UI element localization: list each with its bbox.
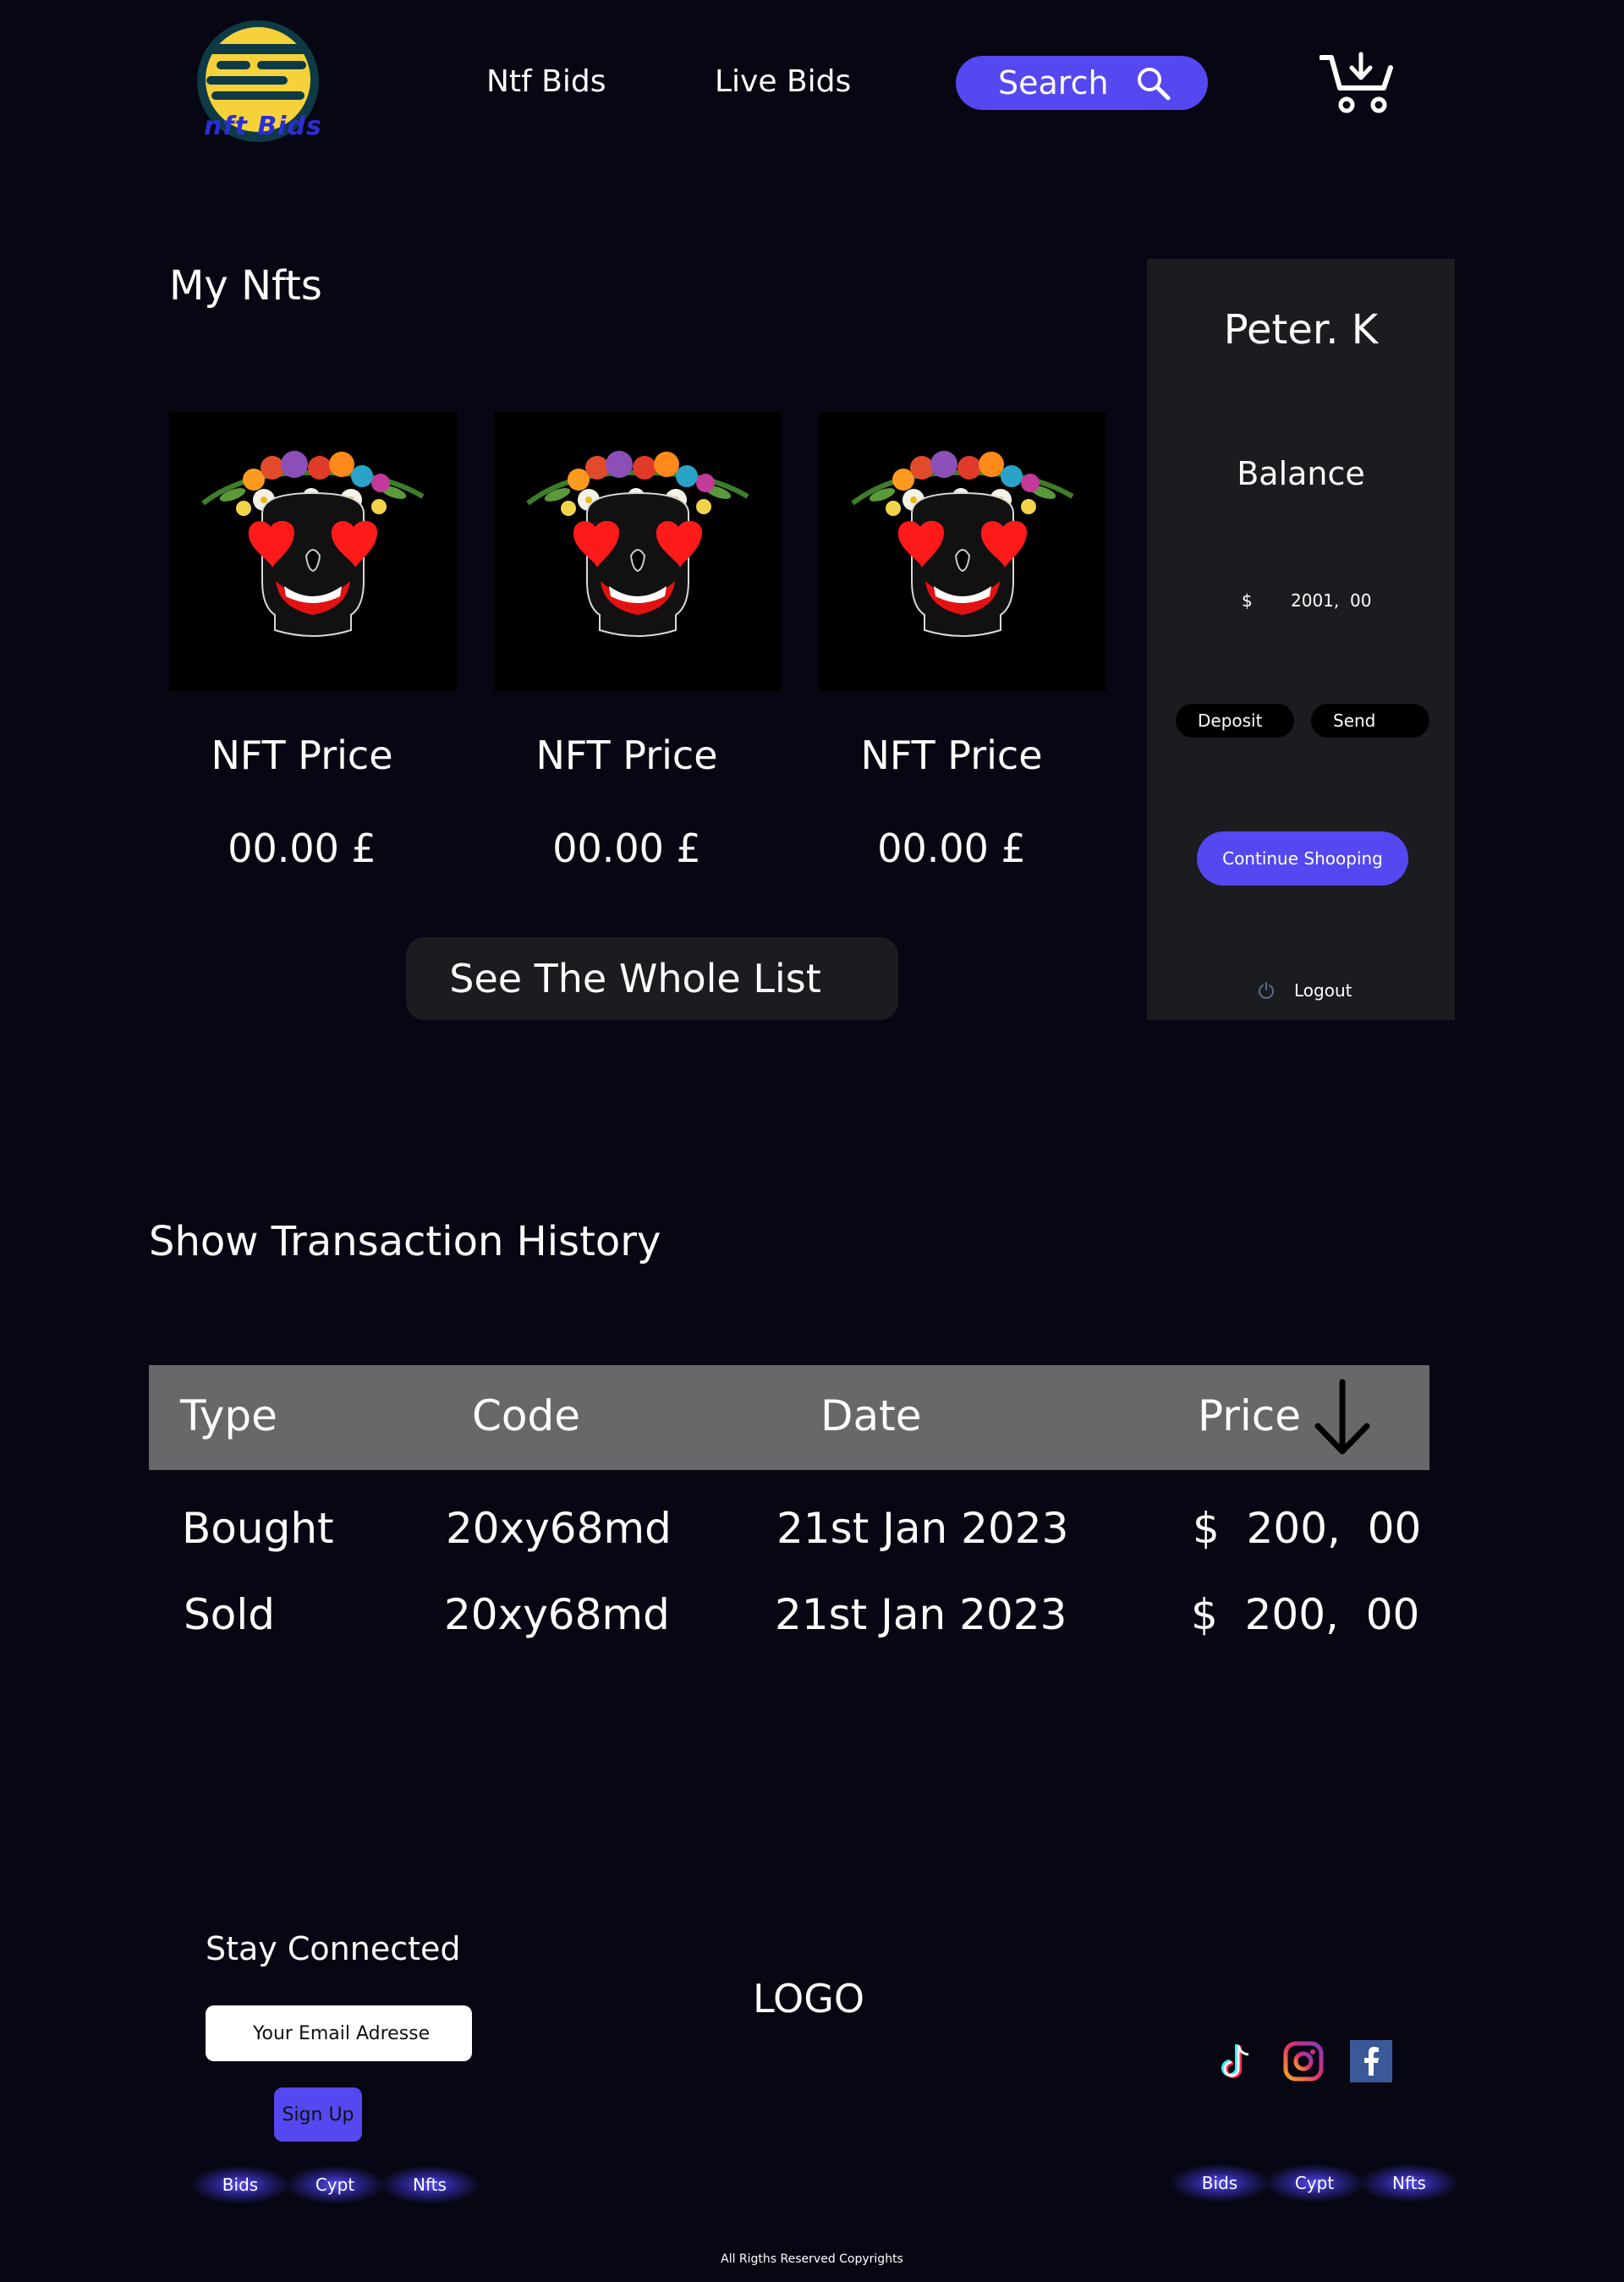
footer-link-bids[interactable]: Bids [1169, 2164, 1270, 2202]
sign-up-button[interactable]: Sign Up [274, 2087, 362, 2142]
nft-card-image[interactable] [819, 412, 1106, 691]
transaction-history-title[interactable]: Show Transaction History [149, 1218, 661, 1265]
row-type: Sold [184, 1590, 275, 1639]
email-input[interactable] [206, 2005, 472, 2061]
row-date: 21st Jan 2023 [775, 1590, 1067, 1639]
nav-ntf-bids[interactable]: Ntf Bids [486, 64, 606, 99]
row-date: 21st Jan 2023 [776, 1504, 1069, 1553]
footer-logo: LOGO [753, 1976, 865, 2021]
search-button[interactable]: Search [956, 56, 1208, 110]
column-header-price[interactable]: Price [1198, 1391, 1301, 1440]
deposit-button[interactable]: Deposit [1176, 704, 1294, 738]
stay-connected-title: Stay Connected [206, 1930, 461, 1967]
cart-icon[interactable] [1320, 51, 1394, 115]
row-code: 20xy68md [446, 1504, 672, 1553]
row-type: Bought [182, 1504, 334, 1553]
footer-link-cypt[interactable]: Cypt [1264, 2164, 1365, 2202]
footer-link-cypt[interactable]: Cypt [284, 2165, 386, 2204]
continue-shopping-button[interactable]: Continue Shooping [1197, 831, 1408, 886]
footer-link-nfts[interactable]: Nfts [1358, 2164, 1460, 2202]
nft-card-image[interactable] [169, 412, 457, 691]
footer-link-nfts[interactable]: Nfts [379, 2165, 480, 2204]
copyright-text: All Rigths Reserved Copyrights [721, 2252, 903, 2266]
row-price: $ 200, 00 [1191, 1590, 1420, 1639]
nft-price-label: NFT Price [860, 732, 1043, 778]
nft-price-value: 00.00 £ [552, 826, 701, 871]
balance-currency: $ [1242, 590, 1253, 611]
balance-amount: 2001, 00 [1291, 590, 1372, 611]
profile-name: Peter. K [1223, 306, 1379, 354]
sort-down-arrow-icon[interactable] [1313, 1379, 1372, 1456]
nav-live-bids[interactable]: Live Bids [715, 64, 851, 99]
site-logo[interactable]: nft Bids [191, 20, 325, 145]
row-price: $ 200, 00 [1193, 1504, 1422, 1553]
my-nfts-title: My Nfts [169, 262, 322, 310]
search-icon [1137, 68, 1171, 101]
logout-label: Logout [1294, 980, 1352, 1001]
power-icon [1259, 982, 1274, 999]
row-code: 20xy68md [444, 1590, 670, 1639]
nft-price-value: 00.00 £ [228, 826, 376, 871]
nft-price-label: NFT Price [211, 732, 393, 778]
nft-card-image[interactable] [494, 412, 782, 691]
nft-price-label: NFT Price [535, 732, 718, 778]
column-header-code[interactable]: Code [472, 1391, 580, 1440]
column-header-type[interactable]: Type [180, 1391, 277, 1440]
nft-skull-image [819, 412, 1106, 691]
balance-label: Balance [1237, 455, 1365, 492]
search-label: Search [998, 64, 1109, 101]
column-header-date[interactable]: Date [820, 1391, 922, 1440]
see-whole-list-button[interactable]: See The Whole List [406, 937, 898, 1020]
nft-price-value: 00.00 £ [877, 826, 1026, 871]
profile-panel: Peter. K Balance $ 2001, 00 Deposit Send… [1147, 259, 1455, 1020]
send-button[interactable]: Send [1311, 704, 1429, 738]
facebook-icon[interactable] [1350, 2040, 1392, 2082]
nft-skull-image [169, 412, 457, 691]
logo-text: nft Bids [204, 112, 322, 141]
tiktok-icon[interactable] [1215, 2040, 1257, 2082]
footer-link-bids[interactable]: Bids [189, 2165, 291, 2204]
nft-skull-image [494, 412, 782, 691]
instagram-icon[interactable] [1282, 2040, 1325, 2082]
logout-button[interactable]: Logout [1257, 980, 1352, 1001]
